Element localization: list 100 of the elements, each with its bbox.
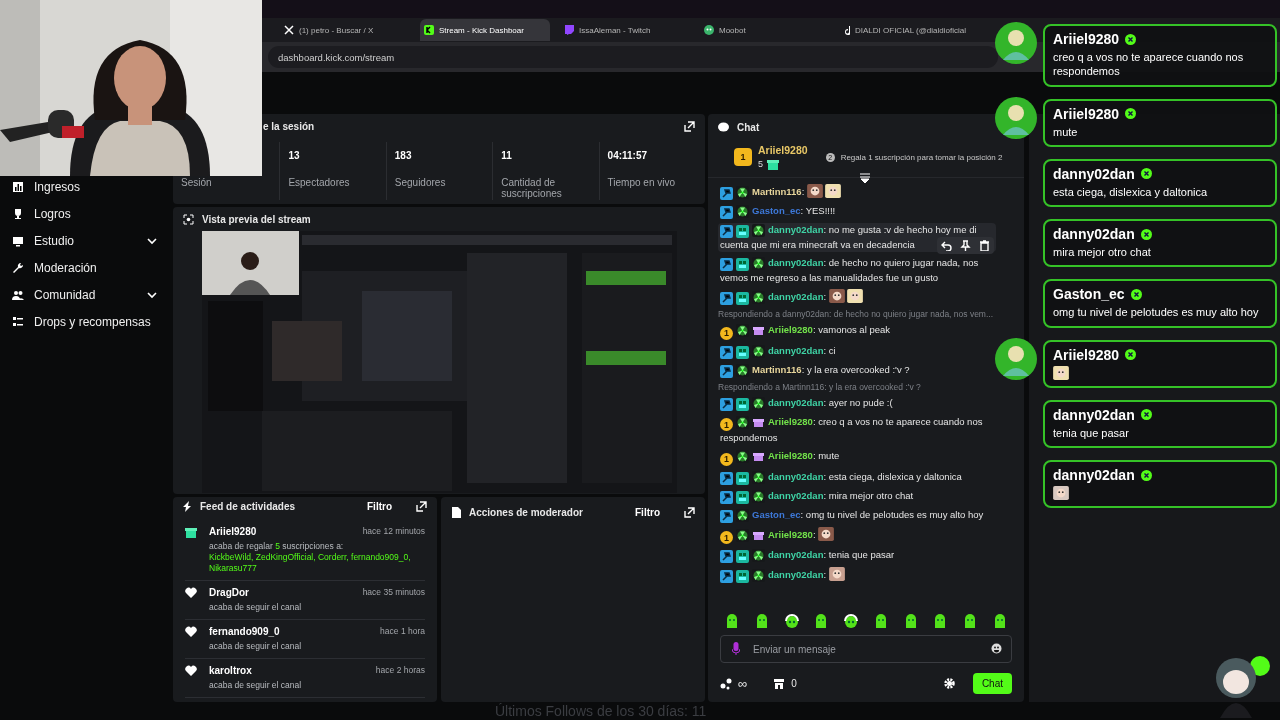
k-logo-icon: [424, 25, 434, 35]
sidebar-item[interactable]: Logros: [0, 204, 170, 223]
radiation-badge-icon: [736, 205, 749, 218]
message-field[interactable]: Enviar un mensaje: [720, 635, 1012, 663]
chat-message[interactable]: danny02dan: mira mejor otro chat: [718, 488, 996, 504]
chat-message[interactable]: 1 Ariiel9280: creo q a vos no te aparece cuando nos respondemos: [718, 414, 996, 445]
feed-user: fernando909_0: [209, 625, 281, 638]
sidebar-item[interactable]: Estudio: [0, 231, 170, 250]
stat-value: 13: [288, 150, 301, 161]
emote-icon[interactable]: [843, 613, 860, 629]
pin-icon[interactable]: [960, 240, 971, 251]
filter-link[interactable]: Filtro: [635, 506, 660, 518]
radiation-badge-icon: [736, 415, 749, 429]
chat-message[interactable]: danny02dan: tenia que pasar: [718, 548, 996, 563]
radiation-badge-icon: [752, 470, 765, 484]
sidebar-item[interactable]: Ingresos: [0, 177, 170, 196]
sidebar-item[interactable]: Moderación: [0, 258, 170, 277]
chat-send-button[interactable]: Chat: [972, 673, 1012, 694]
chat-message[interactable]: 1 Ariiel9280:: [718, 526, 996, 544]
browser-tab[interactable]: Moobot: [700, 19, 830, 41]
stat-label: Cantidad de suscripciones: [501, 177, 563, 199]
radiation-badge-icon: [752, 224, 765, 237]
verified-icon: [1140, 228, 1152, 240]
heart-icon: [185, 625, 197, 638]
chat-message[interactable]: danny02dan: ayer no pude :(: [718, 395, 996, 411]
chat-message[interactable]: Gaston_ec: YES!!!!: [718, 204, 996, 219]
og-badge-icon: [736, 471, 749, 485]
heart-icon: [185, 664, 197, 677]
browser-tab[interactable]: IssaAleman - Twitch: [560, 19, 690, 41]
microphone-icon[interactable]: [732, 642, 740, 655]
x-logo-icon: [284, 25, 294, 35]
feed-time: hace 12 minutos: [362, 525, 425, 538]
trash-icon[interactable]: [979, 240, 990, 251]
browser-tab[interactable]: DIALDI OFICIAL (@dialdioficial: [840, 19, 970, 41]
settings-icon[interactable]: [943, 678, 955, 689]
collapse-icon[interactable]: [859, 173, 871, 183]
feed-time: hace 1 hora: [380, 625, 425, 638]
verified-icon: [1125, 349, 1137, 361]
sidebar-item[interactable]: Comunidad: [0, 285, 170, 304]
browser-tab[interactable]: (1) petro - Buscar / X: [280, 19, 410, 41]
popout-icon[interactable]: [416, 500, 427, 512]
chat-message[interactable]: danny02dan:: [718, 289, 996, 305]
alert-user: danny02dan: [1053, 467, 1135, 484]
chat-message[interactable]: danny02dan: esta ciega, dislexica y daltonica: [718, 469, 996, 485]
chat-message[interactable]: Gaston_ec: omg tu nivel de pelotudes es muy alto hoy: [718, 507, 996, 523]
verified-icon: [1125, 33, 1137, 45]
og-badge-icon: [736, 570, 749, 583]
radiation-badge-icon: [752, 257, 765, 270]
chat-message[interactable]: Martinn116: y la era overcooked :'v ?: [718, 362, 996, 378]
chat-message[interactable]: danny02dan: ci: [718, 343, 996, 359]
chat-message[interactable]: 1 Ariiel9280: vamonos al peak: [718, 323, 996, 340]
og-badge-icon: [736, 550, 749, 563]
hammer-badge-icon: [720, 258, 733, 271]
emote-icon[interactable]: [724, 613, 740, 629]
sidebar-item[interactable]: Drops y recompensas: [0, 312, 170, 331]
robot-icon: [704, 25, 714, 35]
og-badge-icon: [736, 258, 749, 271]
emote-icon[interactable]: [783, 613, 800, 629]
feed-time: hace 2 horas: [375, 664, 425, 677]
panel-title: Chat: [737, 121, 760, 133]
dots-icon: [720, 677, 732, 690]
gift-badge-icon: [752, 324, 765, 337]
alert-message: creo q a vos no te aparece cuando nos respondemos: [1053, 50, 1245, 79]
chat-message[interactable]: danny02dan:: [718, 567, 996, 583]
scan-icon: [183, 213, 194, 225]
store-icon: [773, 677, 786, 690]
chat-message[interactable]: danny02dan: de hecho no quiero jugar nada, nos vemos me regreso a las manualidades fue un gusto: [718, 256, 996, 285]
stat-value: 04:11:57: [607, 150, 649, 161]
smiley-icon[interactable]: [991, 643, 1002, 654]
emote-icon: [806, 184, 823, 198]
sub-badge: 1: [720, 326, 733, 340]
chat-message[interactable]: danny02dan: no me gusta :v de hecho hoy me di cuenta que mi era minecraft va en decadencia: [718, 223, 996, 252]
emote-icon: [818, 526, 835, 541]
trophy-icon: [12, 207, 24, 220]
browser-tab[interactable]: Stream - Kick Dashboar: [420, 19, 550, 41]
radiation-badge-icon: [736, 324, 749, 337]
radiation-badge-icon: [736, 508, 749, 522]
reply-icon[interactable]: [941, 240, 952, 251]
og-badge-icon: [736, 292, 749, 305]
feed-user: karoltrox: [209, 664, 253, 677]
verified-icon: [1140, 409, 1152, 421]
people-icon: [12, 288, 24, 301]
points-value: ∞: [738, 676, 748, 691]
chat-message[interactable]: Martinn116:: [718, 184, 996, 200]
address-bar[interactable]: dashboard.kick.com/stream: [268, 46, 998, 68]
radiation-badge-icon: [736, 528, 749, 542]
stat-label: Sesión: [181, 177, 213, 188]
og-badge-icon: [736, 490, 749, 504]
alert-user: danny02dan: [1053, 165, 1135, 182]
chat-message[interactable]: 1 Ariiel9280: mute: [718, 449, 996, 466]
panel-title: Feed de actividades: [200, 500, 296, 512]
popout-icon[interactable]: [684, 120, 695, 132]
panel-title: Acciones de moderador: [469, 506, 583, 518]
sub-badge: 1: [720, 531, 733, 544]
alert-message: tenia que pasar: [1053, 425, 1130, 441]
popout-icon[interactable]: [684, 506, 695, 518]
emote-icon: [846, 289, 863, 303]
filter-link[interactable]: Filtro: [367, 500, 392, 512]
radiation-badge-icon: [736, 363, 749, 377]
verified-icon: [1125, 108, 1137, 120]
